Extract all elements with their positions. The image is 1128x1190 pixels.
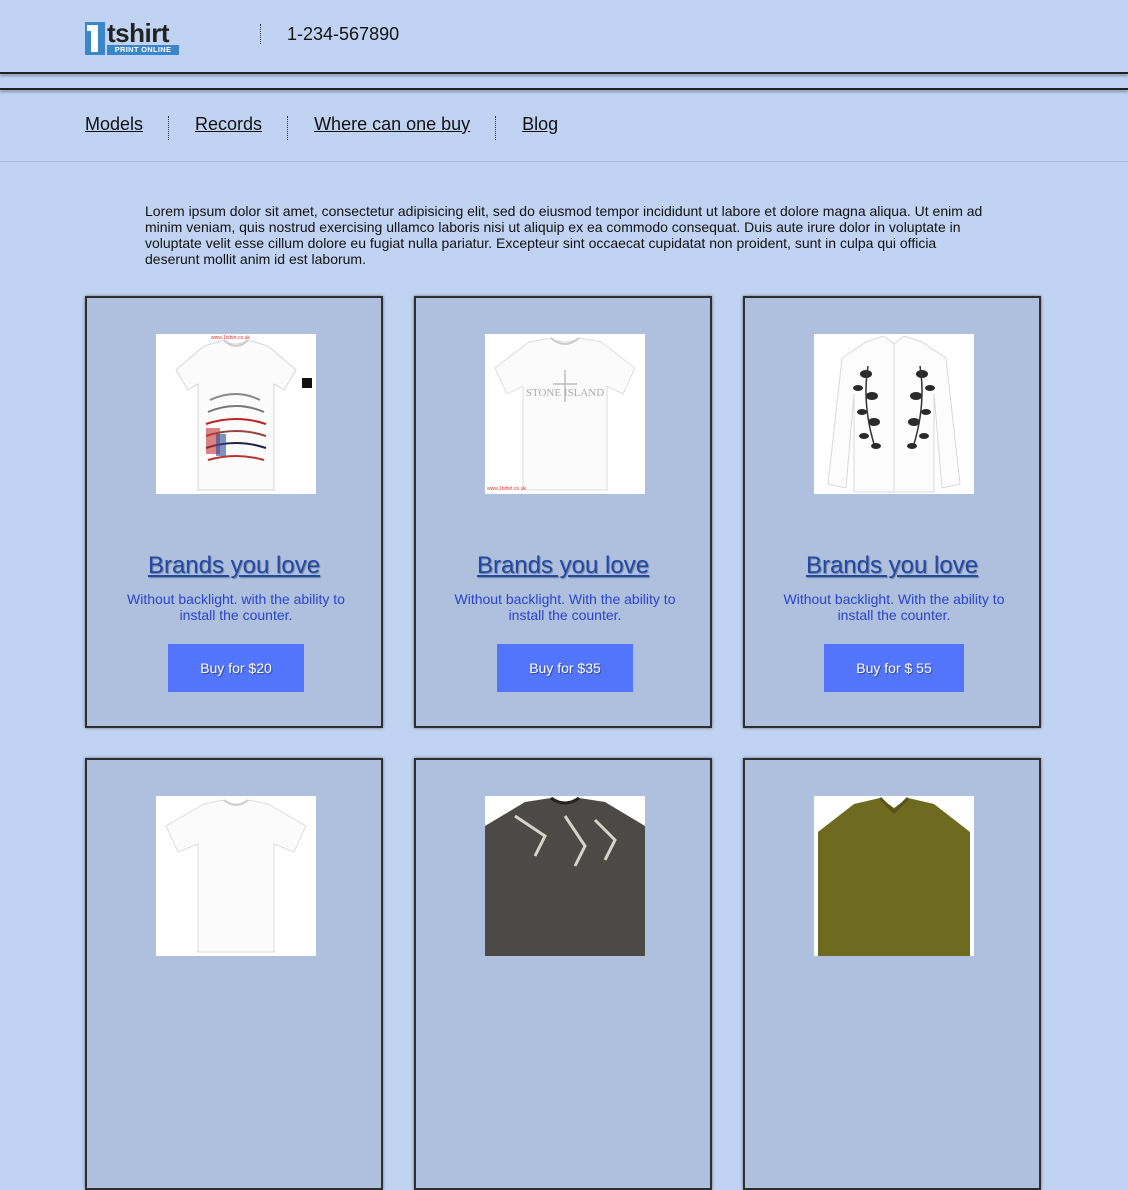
- card-description: Without backlight. With the ability to i…: [783, 591, 1005, 623]
- product-card: [414, 758, 712, 1190]
- card-description: Without backlight. with the ability to i…: [127, 591, 345, 623]
- card-title-link[interactable]: Brands you love: [87, 552, 381, 580]
- product-image-stone-island-tshirt[interactable]: STONE ISLAND www.1tshirt.co.uk: [485, 334, 645, 494]
- product-card: Brands you love Without backlight. With …: [743, 296, 1041, 728]
- nav-link-blog[interactable]: Blog: [522, 114, 558, 135]
- image-watermark: www.1tshirt.co.uk: [211, 335, 250, 341]
- header-rule-top: [0, 72, 1128, 74]
- product-image[interactable]: [814, 796, 974, 956]
- nav-link-records[interactable]: Records: [195, 114, 262, 135]
- nav-link-where-to-buy[interactable]: Where can one buy: [314, 114, 470, 135]
- buy-button[interactable]: Buy for $35: [497, 644, 633, 692]
- product-image[interactable]: [156, 796, 316, 956]
- product-card: STONE ISLAND www.1tshirt.co.uk Brands yo…: [414, 296, 712, 728]
- intro-text: Lorem ipsum dolor sit amet, consectetur …: [145, 203, 983, 267]
- site-logo[interactable]: tshirt PRINT ONLINE: [85, 18, 179, 56]
- shirt-print-text: STONE ISLAND: [526, 387, 604, 399]
- image-watermark: www.1tshirt.co.uk: [487, 486, 526, 492]
- product-card: www.1tshirt.co.uk Brands you love Withou…: [85, 296, 383, 728]
- main-nav: Models Records Where can one buy Blog: [85, 112, 558, 140]
- phone-number: 1-234-567890: [287, 24, 400, 44]
- card-title-link[interactable]: Brands you love: [416, 552, 710, 580]
- buy-button[interactable]: Buy for $ 55: [824, 644, 964, 692]
- header-rule-bottom: [0, 88, 1128, 90]
- nav-link-models[interactable]: Models: [85, 114, 143, 135]
- card-description: Without backlight. With the ability to i…: [454, 591, 676, 623]
- product-card: [743, 758, 1041, 1190]
- product-image-embroidered-shirt[interactable]: [814, 334, 974, 494]
- product-card: [85, 758, 383, 1190]
- nav-divider: [495, 116, 497, 140]
- product-image[interactable]: [485, 796, 645, 956]
- card-title-link[interactable]: Brands you love: [745, 552, 1039, 580]
- header: tshirt PRINT ONLINE 1-234-567890: [0, 0, 1128, 72]
- buy-button[interactable]: Buy for $20: [168, 644, 304, 692]
- header-divider: [260, 24, 261, 44]
- logo-subtitle: PRINT ONLINE: [107, 45, 179, 55]
- product-image-graphic-tshirt[interactable]: www.1tshirt.co.uk: [156, 334, 316, 494]
- nav-divider: [168, 116, 170, 140]
- logo-mark-icon: [85, 22, 105, 55]
- nav-divider: [287, 116, 289, 140]
- nav-divider-line: [0, 161, 1128, 162]
